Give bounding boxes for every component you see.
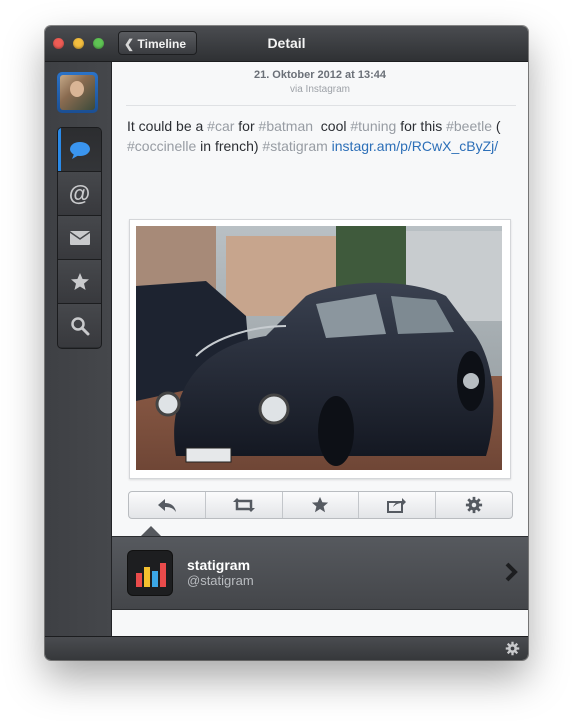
tweet-timestamp: 21. Oktober 2012 at 13:44 xyxy=(253,69,387,81)
tweet-text-segment: ( xyxy=(492,118,501,134)
tweet-text-segment: in french) xyxy=(196,138,263,154)
author-name: statigram xyxy=(187,557,251,573)
car-photo xyxy=(136,226,502,470)
tweet-text-segment: for xyxy=(234,118,259,134)
envelope-icon xyxy=(69,230,90,245)
zoom-window-button[interactable] xyxy=(93,38,104,49)
star-icon xyxy=(312,496,329,513)
hashtag-link[interactable]: #statigram xyxy=(262,138,327,154)
chevron-right-icon xyxy=(505,562,518,582)
hashtag-link[interactable]: #tuning xyxy=(350,118,396,134)
avatar-photo xyxy=(60,75,95,110)
share-icon xyxy=(387,498,407,513)
at-icon: @ xyxy=(68,180,91,206)
minimize-window-button[interactable] xyxy=(73,38,84,49)
gear-icon xyxy=(465,496,483,514)
app-window: ❮ Timeline Detail @ 21. Oktober 2012 at … xyxy=(45,26,528,660)
instagram-url-link[interactable]: instagr.am/p/RCwX_cByZj/ xyxy=(332,138,499,154)
back-button-label: Timeline xyxy=(137,37,186,51)
tweet-detail-pane: 21. Oktober 2012 at 13:44 via Instagram … xyxy=(112,62,528,636)
back-button[interactable]: ❮ Timeline xyxy=(118,31,197,55)
reply-icon xyxy=(157,499,176,512)
sidebar: @ xyxy=(45,62,112,636)
retweet-button[interactable] xyxy=(206,492,283,518)
search-icon xyxy=(70,316,89,335)
tweet-source: via Instagram xyxy=(289,84,351,95)
retweet-icon xyxy=(232,498,255,512)
more-actions-button[interactable] xyxy=(436,492,512,518)
sidebar-item-timeline[interactable] xyxy=(58,128,101,172)
star-icon xyxy=(70,272,89,290)
tweet-action-bar xyxy=(128,491,513,519)
author-avatar xyxy=(127,550,173,596)
sidebar-item-messages[interactable] xyxy=(58,216,101,260)
hashtag-link[interactable]: #batman xyxy=(259,118,313,134)
photo-attachment[interactable] xyxy=(129,219,511,479)
divider xyxy=(126,105,516,106)
sidebar-nav: @ xyxy=(57,127,102,349)
tweet-text-segment: It could be a xyxy=(127,118,208,134)
tweet-text-segment: cool xyxy=(313,118,351,134)
author-handle: @statigram xyxy=(187,573,254,588)
bottom-toolbar xyxy=(45,636,528,660)
hashtag-link[interactable]: #car xyxy=(207,118,234,134)
share-button[interactable] xyxy=(359,492,437,518)
tweet-text-segment: for this xyxy=(396,118,447,134)
settings-gear-icon[interactable] xyxy=(505,641,520,656)
profile-pointer xyxy=(141,526,161,536)
close-window-button[interactable] xyxy=(53,38,64,49)
author-profile-row[interactable]: statigram @statigram xyxy=(112,536,528,610)
favorite-button[interactable] xyxy=(283,492,360,518)
hashtag-link[interactable]: #coccinelle xyxy=(127,138,196,154)
sidebar-item-search[interactable] xyxy=(58,304,101,347)
sidebar-item-mentions[interactable]: @ xyxy=(58,172,101,216)
reply-button[interactable] xyxy=(129,492,206,518)
tweet-text: It could be a #car for #batman cool #tun… xyxy=(127,116,517,156)
sidebar-item-favorites[interactable] xyxy=(58,260,101,304)
chevron-left-icon: ❮ xyxy=(124,37,135,51)
speech-bubble-icon xyxy=(69,141,90,159)
account-avatar[interactable] xyxy=(57,72,98,113)
statigram-logo-icon xyxy=(136,563,166,587)
hashtag-link[interactable]: #beetle xyxy=(446,118,492,134)
title-bar: ❮ Timeline Detail xyxy=(45,26,528,62)
